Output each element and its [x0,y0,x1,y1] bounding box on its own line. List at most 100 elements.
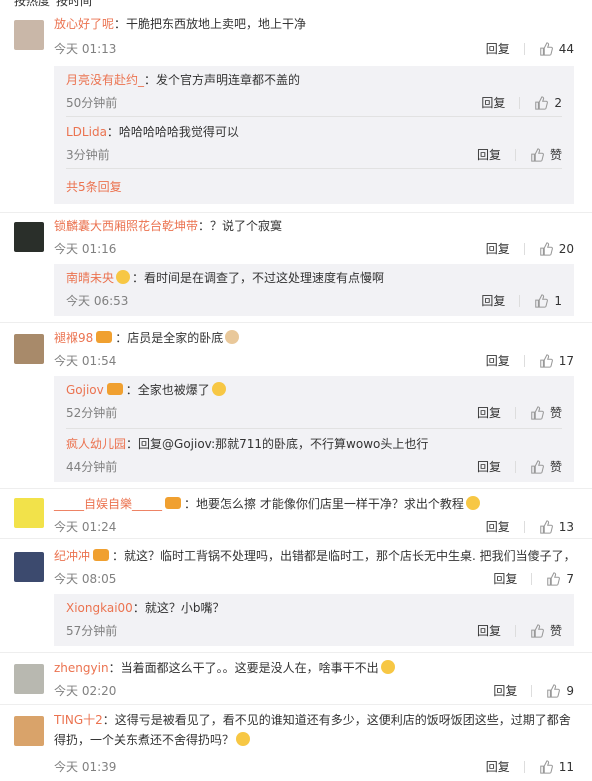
reply-time: 57分钟前 [66,624,118,638]
comment-body: 得扔，一个关东煮还不舍得扔吗？ [54,733,235,747]
divider [523,42,525,55]
like-count: 9 [566,683,574,698]
like-label: 赞 [549,460,562,474]
like-count: 20 [558,241,574,256]
thumbs-up-icon[interactable] [539,519,553,534]
comment-body: ：当着面都这么干了。。这要是没人在，啥事干不出 [108,661,379,675]
reply-username[interactable]: Xiongkai00 [66,601,133,615]
comment-time: 今天 01:13 [54,42,117,56]
like-count: 11 [558,759,574,774]
sort-tabs: 按热度 按时间 [14,0,98,9]
comment-actions: 回复 7 [493,570,574,587]
reply-body: ：发个官方声明连章都不盖的 [144,73,301,87]
reply-username[interactable]: 月亮没有赴约_ [66,73,144,87]
comment-actions: 回复 9 [493,682,574,699]
more-replies-link[interactable]: 共5条回复 [66,178,122,195]
comment-time: 今天 02:20 [54,684,117,698]
like-count: 1 [554,293,562,308]
divider [523,520,525,533]
comment-time: 今天 01:16 [54,242,117,256]
comment-body: ：这得亏是被看见了，看不见的谁知道还有多少，这便利店的饭呀饭团这些，过期了都舍 [102,713,571,727]
reply-button[interactable]: 回复 [481,292,505,309]
comment-actions: 回复 13 [486,518,574,535]
sort-time-tab[interactable]: 按时间 [56,0,92,8]
avatar[interactable] [14,498,44,528]
reply-button[interactable]: 回复 [481,94,505,111]
reply-username[interactable]: 南晴未央 [66,271,114,285]
reply-button[interactable]: 回复 [477,146,501,163]
divider [0,488,592,489]
avatar[interactable] [14,222,44,252]
reply-button[interactable]: 回复 [477,458,501,475]
divider [66,428,562,429]
reply-username[interactable]: LDLida [66,125,107,139]
like-count: 44 [558,41,574,56]
avatar[interactable] [14,664,44,694]
thumbs-up-icon[interactable] [539,41,553,56]
avatar[interactable] [14,20,44,50]
thumbs-up-icon[interactable] [539,759,553,774]
thumbs-up-icon[interactable] [546,683,561,698]
reply-button[interactable]: 回复 [486,240,510,257]
thumbs-up-icon[interactable] [539,241,553,256]
reply-button[interactable]: 回复 [486,40,510,57]
thumbs-up-icon[interactable] [534,95,549,110]
reply-body: ：哈哈哈哈哈我觉得可以 [106,125,239,139]
comment-text: 锁麟囊大西厢照花台乾坤带：？说了个寂寞 [54,216,574,236]
comment-username[interactable]: zhengyin [54,661,109,675]
divider [66,116,562,117]
emoji-icon [380,660,395,674]
reply-button[interactable]: 回复 [486,758,510,775]
sort-hot-tab[interactable]: 按热度 [14,0,50,8]
reply-username[interactable]: Gojiov [66,383,104,397]
reply-username[interactable]: 疯人幼儿园 [66,437,126,451]
like-count: 7 [566,571,574,586]
comment-text: 纪冲冲 ：就这？临时工背锅不处理吗，出错都是临时工，那个店长无中生桌. 把我们当傻… [54,546,574,566]
vip-badge-icon [93,549,110,561]
reply-actions: 回复 赞 [477,622,562,639]
reply-box: 月亮没有赴约_：发个官方声明连章都不盖的 50分钟前 回复 2 LDLida：哈哈… [54,66,574,204]
divider [523,354,525,367]
reply-button[interactable]: 回复 [477,404,501,421]
reply-button[interactable]: 回复 [477,622,501,639]
comment-username[interactable]: TING十2 [54,713,103,727]
comment-username[interactable]: _____自娱自樂_____ [54,497,162,511]
vip-badge-icon [165,497,182,509]
reply-button[interactable]: 回复 [486,352,510,369]
comment-username[interactable]: 锁麟囊大西厢照花台乾坤带 [54,219,198,233]
reply-actions: 回复 赞 [477,146,562,163]
reply-time: 50分钟前 [66,96,118,110]
divider [0,704,592,705]
thumbs-up-icon[interactable] [530,459,544,474]
comment-text: TING十2：这得亏是被看见了，看不见的谁知道还有多少，这便利店的饭呀饭团这些，… [54,710,574,730]
avatar[interactable] [14,552,44,582]
thumbs-up-icon[interactable] [534,293,549,308]
like-label: 赞 [549,624,562,638]
comment-body: ：就这？临时工背锅不处理吗，出错都是临时工，那个店长无中生桌. 把我们当傻子了， [112,549,574,563]
reply-button[interactable]: 回复 [486,518,510,535]
comment-username[interactable]: 褪褓98 [54,331,93,345]
avatar[interactable] [14,334,44,364]
vip-badge-icon [106,383,123,395]
comment-actions: 回复 11 [486,758,574,775]
comment-body: ：地要怎么擦 才能像你们店里一样干净？求出个教程 [184,497,464,511]
comment-username[interactable]: 纪冲冲 [54,549,90,563]
reply-time: 3分钟前 [66,148,110,162]
divider [514,624,516,637]
comment-time: 今天 08:05 [54,572,117,586]
comment-text: _____自娱自樂_____ ：地要怎么擦 才能像你们店里一样干净？求出个教程 [54,494,574,514]
thumbs-up-icon[interactable] [530,147,544,162]
reply-button[interactable]: 回复 [493,682,517,699]
reply-actions: 回复 1 [481,292,562,309]
comment-actions: 回复 44 [486,40,574,57]
comment-username[interactable]: 放心好了呢 [54,17,114,31]
emoji-icon [225,330,240,344]
avatar[interactable] [14,716,44,746]
thumbs-up-icon[interactable] [546,571,561,586]
reply-body: ：就这？小b嘴？ [132,601,225,615]
reply-button[interactable]: 回复 [493,570,517,587]
divider [531,684,533,697]
thumbs-up-icon[interactable] [539,353,553,368]
thumbs-up-icon[interactable] [530,405,544,420]
thumbs-up-icon[interactable] [530,623,544,638]
